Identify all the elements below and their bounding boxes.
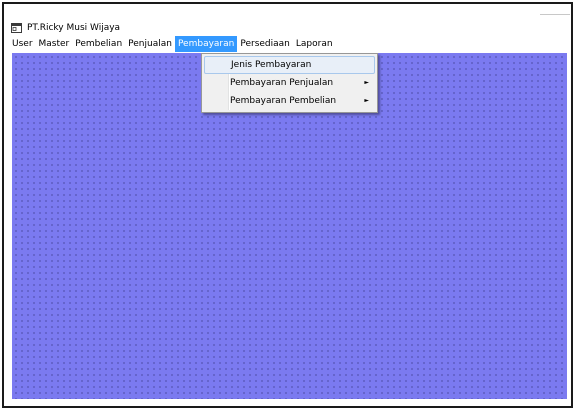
menu-pembayaran[interactable]: Pembayaran — [174, 36, 238, 52]
submenu-arrow-icon: ► — [364, 79, 369, 86]
menu-pembelian[interactable]: Pembelian — [72, 36, 125, 52]
app-window-icon — [11, 23, 22, 33]
menu-item-label: Jenis Pembayaran — [231, 60, 312, 70]
menu-bar: User Master Pembelian Penjualan Pembayar… — [9, 36, 569, 52]
window-title: PT.Ricky Musi Wijaya — [27, 23, 121, 33]
menu-laporan[interactable]: Laporan — [293, 36, 336, 52]
menu-item-label: Pembayaran Penjualan — [230, 78, 334, 88]
menu-item-label: Pembayaran Pembelian — [230, 96, 337, 106]
menu-persediaan[interactable]: Persediaan — [237, 36, 293, 52]
menu-penjualan[interactable]: Penjualan — [125, 36, 175, 52]
pembayaran-dropdown-menu: Jenis Pembayaran Pembayaran Penjualan ► … — [201, 53, 378, 113]
menu-item-pembayaran-penjualan[interactable]: Pembayaran Penjualan ► — [204, 74, 375, 92]
menu-item-jenis-pembayaran[interactable]: Jenis Pembayaran — [204, 56, 375, 74]
title-bar: PT.Ricky Musi Wijaya — [11, 21, 120, 35]
menu-master[interactable]: Master — [36, 36, 73, 52]
menu-item-pembayaran-pembelian[interactable]: Pembayaran Pembelian ► — [204, 92, 375, 110]
window-edge-line — [540, 14, 570, 15]
menu-user[interactable]: User — [9, 36, 36, 52]
submenu-arrow-icon: ► — [364, 97, 369, 104]
